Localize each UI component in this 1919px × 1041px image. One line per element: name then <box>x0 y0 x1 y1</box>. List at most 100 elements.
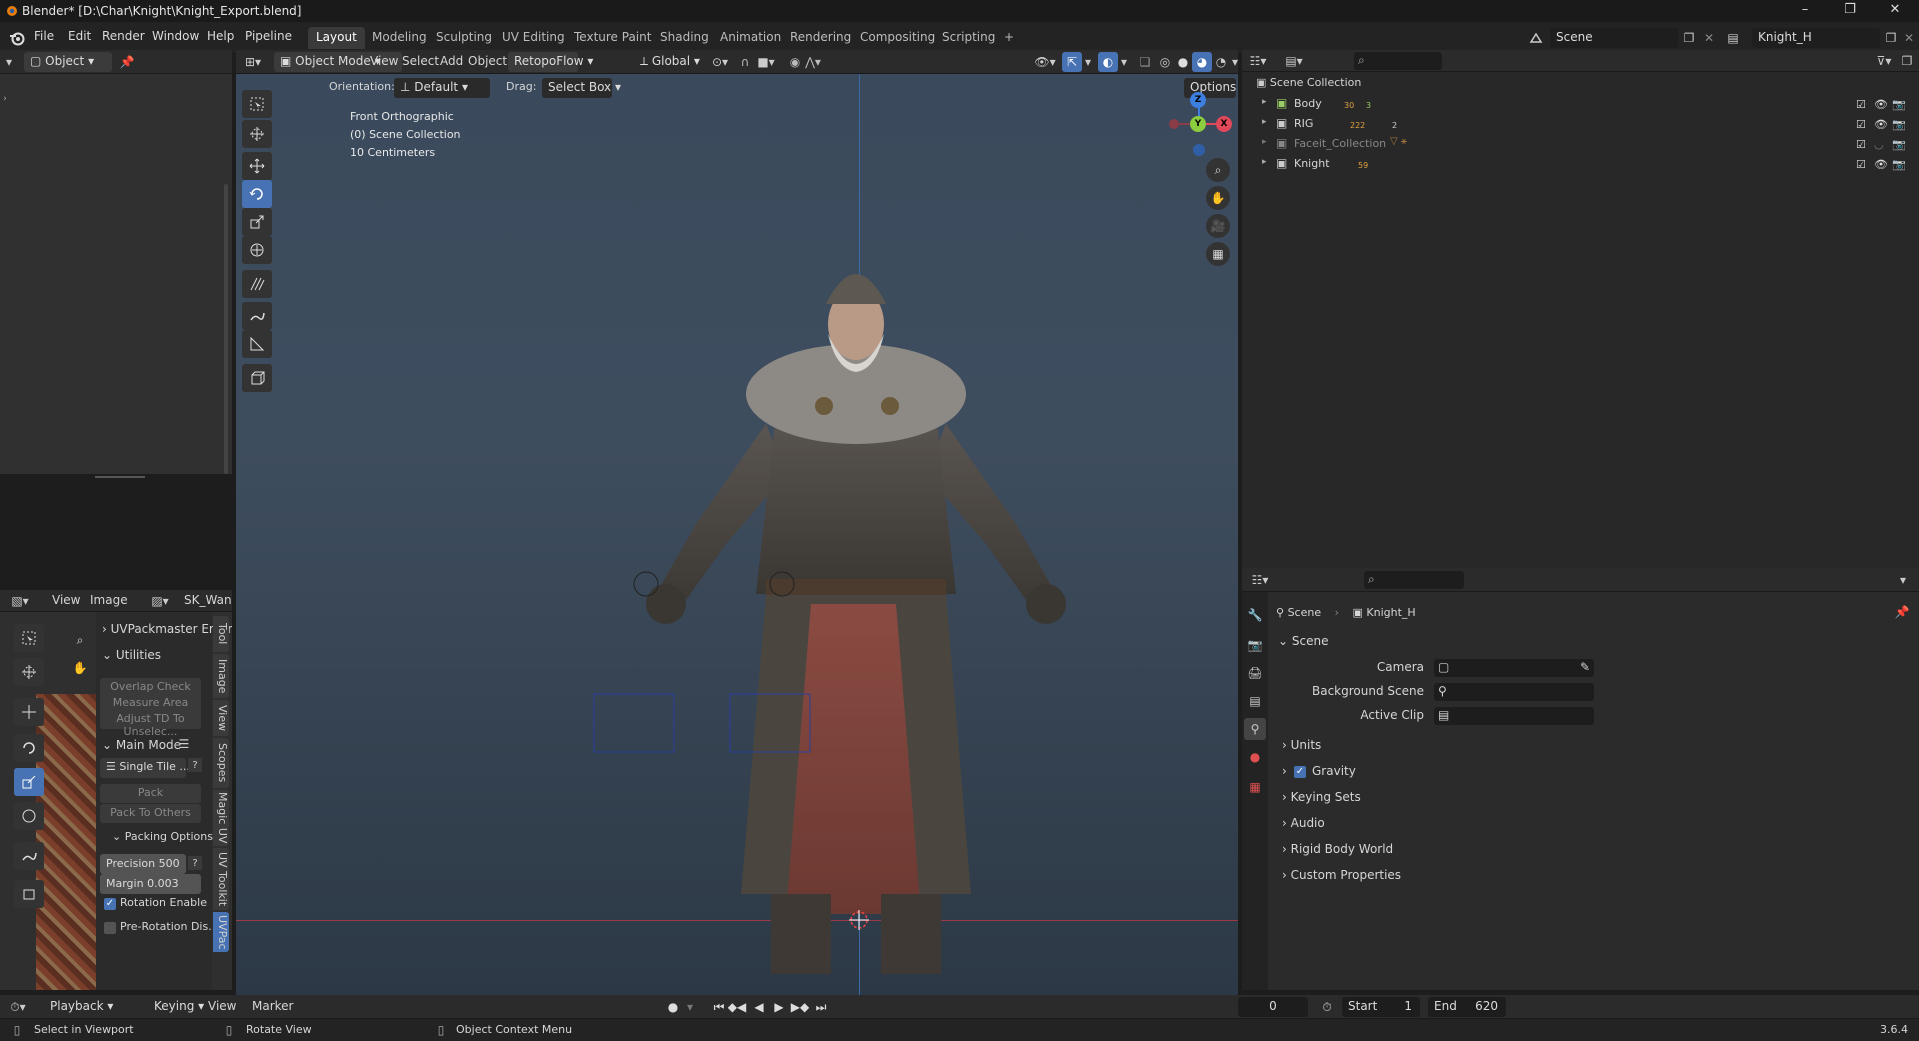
annotate-line-tool[interactable] <box>242 270 272 298</box>
eye-icon[interactable]: 👁 <box>1874 118 1888 131</box>
tab-scripting[interactable]: Scripting <box>934 27 1003 49</box>
uv-annotate-tool[interactable] <box>14 842 44 870</box>
outliner-row-knight[interactable]: ▸ ▣ Knight 59 <box>1254 156 1564 172</box>
transform-tool[interactable] <box>242 236 272 264</box>
adjust-td-button[interactable]: Adjust TD To Unselec... <box>100 710 201 738</box>
move-tool[interactable] <box>242 152 272 180</box>
tab-sculpting[interactable]: Sculpting <box>428 27 500 49</box>
view-layer-tab-icon[interactable]: ▤ <box>1246 692 1264 710</box>
uv-cursor-tool[interactable] <box>14 658 44 686</box>
close-button[interactable]: ✕ <box>1880 2 1910 20</box>
menu-object[interactable]: Object <box>468 54 507 68</box>
include-checkbox[interactable]: ☑ <box>1856 158 1866 171</box>
eyedropper-icon[interactable]: ✎ <box>1580 660 1590 674</box>
minimize-button[interactable]: – <box>1790 2 1820 20</box>
outliner-row-faceit-collection[interactable]: ▸ ▣ Faceit_Collection ▽ ⚹ <box>1254 136 1564 152</box>
camera-render-icon[interactable]: 📷 <box>1892 98 1906 111</box>
gizmo-y-axis[interactable]: Y <box>1190 116 1206 132</box>
prev-keyframe-icon[interactable]: ◆◀ <box>728 998 746 1016</box>
menu-add[interactable]: Add <box>440 54 463 68</box>
preview-range-icon[interactable]: ⏱ <box>1318 998 1336 1016</box>
outliner-search-input[interactable]: ⌕ <box>1354 52 1442 70</box>
display-mode-icon[interactable]: ▤▾ <box>1282 52 1306 70</box>
menu-select[interactable]: Select <box>402 54 439 68</box>
help-icon[interactable]: ? <box>188 758 202 772</box>
tab-uv-toolkit[interactable]: UV Toolkit <box>213 848 229 910</box>
main-mode-panel-header[interactable]: ⌄ Main Mode <box>102 738 181 752</box>
pivot-point-icon[interactable]: ⊙▾ <box>708 53 732 71</box>
xray-toggle-icon[interactable]: ❏ <box>1136 53 1154 71</box>
object-context-dropdown[interactable]: ▢ Object ▾ <box>24 52 112 72</box>
filter-icon[interactable] <box>1524 52 1548 70</box>
scene-selector[interactable]: Scene <box>1550 28 1678 48</box>
area-divider[interactable] <box>0 474 232 480</box>
scrollbar[interactable] <box>224 184 228 474</box>
3d-viewport[interactable]: Orientation: ⊥ Default ▾ Drag: Select Bo… <box>236 74 1238 1004</box>
keying-menu[interactable]: Keying ▾ <box>148 997 210 1017</box>
include-checkbox[interactable]: ☑ <box>1856 118 1866 131</box>
play-reverse-icon[interactable]: ◀ <box>750 998 768 1016</box>
pin-icon[interactable]: 📌 <box>1894 604 1910 620</box>
scene-section-header[interactable]: ⌄ Scene <box>1278 634 1328 648</box>
tab-uvpackmaster[interactable]: UVPac <box>213 912 229 952</box>
camera-render-icon[interactable]: 📷 <box>1892 138 1906 151</box>
menu-window[interactable]: Window <box>152 29 199 43</box>
output-tab-icon[interactable]: 🖨 <box>1246 664 1264 682</box>
rotate-tool[interactable] <box>242 180 272 208</box>
tab-image[interactable]: Image <box>213 654 229 698</box>
tab-uv-editing[interactable]: UV Editing <box>494 27 573 49</box>
outliner-row-body[interactable]: ▸ ▣ Body 30 3 <box>1254 96 1564 112</box>
current-frame-field[interactable]: 0 <box>1238 997 1308 1017</box>
menu-pipeline[interactable]: Pipeline <box>245 29 292 43</box>
packing-options-panel-header[interactable]: ⌄ Packing Options <box>112 830 213 843</box>
world-tab-icon[interactable]: ● <box>1246 748 1264 766</box>
custom-properties-section-header[interactable]: › Custom Properties <box>1282 868 1401 882</box>
expand-arrow-icon[interactable]: ▸ <box>1262 117 1267 127</box>
maximize-button[interactable]: ❐ <box>1835 2 1865 20</box>
uv-zoom-icon[interactable]: ⌕ <box>68 628 92 652</box>
eye-icon[interactable]: 👁 <box>1874 158 1888 171</box>
include-checkbox[interactable]: ☑ <box>1856 138 1866 151</box>
collapse-arrow-icon[interactable]: › <box>0 94 10 104</box>
delete-scene-icon[interactable]: ✕ <box>1700 29 1718 47</box>
next-keyframe-icon[interactable]: ▶◆ <box>790 998 810 1016</box>
pin-icon[interactable]: 📌 <box>118 53 136 71</box>
menu-edit[interactable]: Edit <box>68 29 91 43</box>
background-scene-field[interactable]: ⚲ <box>1434 683 1594 701</box>
new-view-layer-icon[interactable]: ❐ <box>1882 29 1900 47</box>
gravity-checkbox[interactable]: ✓ <box>1294 766 1306 778</box>
gizmo-z-axis[interactable]: Z <box>1190 92 1206 108</box>
orientation-dropdown[interactable]: ⊥ Default ▾ <box>394 78 490 98</box>
tab-rendering[interactable]: Rendering <box>782 27 859 49</box>
camera-render-icon[interactable]: 📷 <box>1892 118 1906 131</box>
visibility-icon[interactable]: 👁▾ <box>1034 53 1056 71</box>
blender-menu-icon[interactable] <box>8 29 26 47</box>
rendered-shading-icon[interactable]: ◔ <box>1212 53 1230 71</box>
list-icon[interactable]: ☰ <box>176 736 192 752</box>
record-icon[interactable]: ● <box>664 998 682 1016</box>
tab-magic-uv[interactable]: Magic UV <box>213 790 229 846</box>
uv-pan-hand-icon[interactable]: ✋ <box>68 656 92 680</box>
single-tile-dropdown[interactable]: ☰ Single Tile ... ▾ <box>100 758 199 778</box>
snap-target-icon[interactable]: ■▾ <box>754 53 778 71</box>
play-icon[interactable]: ▶ <box>770 998 788 1016</box>
wireframe-shading-icon[interactable]: ◎ <box>1156 53 1174 71</box>
new-collection-icon[interactable]: ❐ <box>1898 52 1916 70</box>
gravity-section-header[interactable]: › <box>1282 764 1287 778</box>
menu-view[interactable]: View <box>208 999 236 1013</box>
tab-layout[interactable]: Layout <box>308 27 365 49</box>
tab-animation[interactable]: Animation <box>712 27 789 49</box>
record-dropdown-icon[interactable]: ▾ <box>684 998 696 1016</box>
measure-tool[interactable] <box>242 330 272 358</box>
camera-render-icon[interactable]: 📷 <box>1892 158 1906 171</box>
editor-type-icon[interactable]: ⏱▾ <box>6 998 30 1016</box>
editor-type-icon[interactable]: ☷▾ <box>1246 52 1270 70</box>
pre-rotation-checkbox[interactable] <box>104 922 116 934</box>
rotation-enable-checkbox[interactable]: ✓ <box>104 898 116 910</box>
eye-closed-icon[interactable]: ◡ <box>1874 138 1884 151</box>
expand-arrow-icon[interactable]: ▸ <box>1262 157 1267 167</box>
3d-cursor[interactable] <box>849 910 869 930</box>
image-name[interactable]: SK_Wandering_Knig <box>184 593 232 607</box>
eye-icon[interactable]: 👁 <box>1874 98 1888 111</box>
add-cube-tool[interactable] <box>242 364 272 392</box>
